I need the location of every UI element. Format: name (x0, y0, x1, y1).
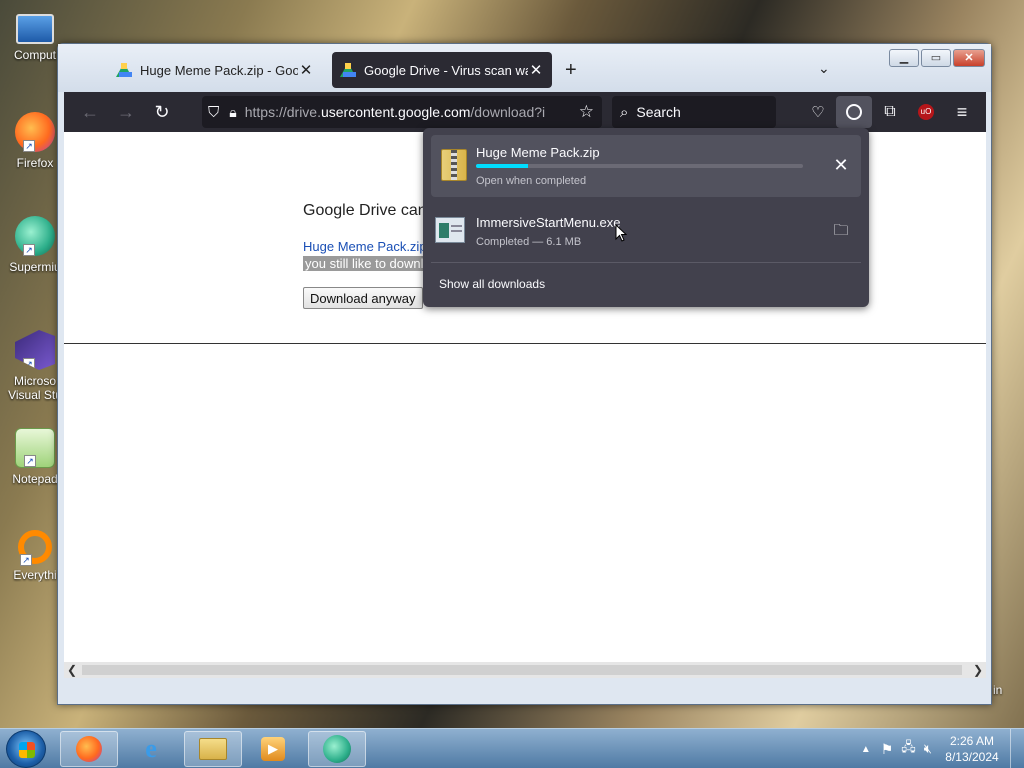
firefox-icon: ↗ (15, 112, 55, 152)
panel-separator (431, 262, 861, 263)
download-file-name: Huge Meme Pack.zip (476, 145, 600, 160)
taskbar-internet-explorer[interactable]: e (122, 731, 180, 767)
reload-button[interactable]: ↻ (144, 96, 180, 128)
bookmark-star-icon[interactable]: ☆ (579, 102, 594, 122)
search-icon: ⌕ (620, 103, 629, 121)
scrollbar-thumb[interactable] (82, 665, 962, 675)
windows-logo-icon (19, 742, 35, 758)
cancel-download-icon[interactable]: ✕ (831, 155, 851, 175)
clock[interactable]: 2:26 AM 8/13/2024 (938, 733, 1006, 765)
downloads-button[interactable] (836, 96, 872, 128)
tab-virus-scan-warning[interactable]: Google Drive - Virus scan warnin ✕ (332, 52, 552, 88)
taskbar-media-player[interactable]: ▶ (244, 731, 302, 767)
shortcut-arrow-icon: ↗ (20, 554, 32, 566)
divider (64, 343, 986, 344)
shortcut-arrow-icon: ↗ (24, 455, 36, 467)
page-heading: Google Drive can (303, 202, 427, 219)
clock-date: 8/13/2024 (945, 750, 999, 764)
ublock-origin-icon[interactable]: uO (908, 96, 944, 128)
download-file-name: ImmersiveStartMenu.exe (476, 215, 621, 230)
show-desktop-button[interactable] (1010, 729, 1024, 768)
folder-icon (199, 738, 227, 760)
system-tray: ▲ ⚑ 🖧 🔇︎ 2:26 AM 8/13/2024 (861, 729, 1024, 768)
tab-huge-meme-pack[interactable]: Huge Meme Pack.zip - Google Dri ✕ (108, 52, 322, 88)
close-window-button[interactable]: ✕ (953, 49, 985, 67)
extensions-icon[interactable]: ⧉ (872, 96, 908, 128)
visual-studio-icon: ↗ (15, 330, 55, 370)
scroll-right-icon[interactable]: ❯ (970, 662, 986, 678)
forward-button[interactable]: → (108, 96, 144, 128)
clock-time: 2:26 AM (949, 734, 995, 748)
search-box[interactable]: ⌕ Search (612, 96, 776, 128)
list-all-tabs-chevron-icon[interactable]: ⌄ (818, 60, 830, 77)
firefox-icon (76, 736, 102, 762)
tab-title: Google Drive - Virus scan warnin (364, 62, 528, 78)
start-button[interactable] (6, 730, 46, 768)
shortcut-arrow-icon: ↗ (23, 358, 35, 370)
lock-icon[interactable]: 🔒︎ (229, 104, 236, 121)
google-drive-icon (116, 63, 132, 77)
shortcut-arrow-icon: ↗ (23, 244, 35, 256)
download-item-huge-meme-pack[interactable]: Huge Meme Pack.zip Open when completed ✕ (431, 135, 861, 197)
shortcut-arrow-icon: ↗ (23, 140, 35, 152)
mouse-cursor-icon (615, 224, 627, 242)
pocket-icon[interactable]: ♡ (800, 96, 836, 128)
supermium-icon: ↗ (15, 216, 55, 256)
back-button[interactable]: ← (72, 96, 108, 128)
download-status: Completed — 6.1 MB (476, 236, 582, 248)
toolbar-right-buttons: ♡ ⧉ uO ≡ (800, 96, 980, 128)
maximize-button[interactable]: ▭ (921, 49, 951, 67)
window-controls: ▁ ▭ ✕ (889, 49, 985, 67)
zip-folder-icon (441, 149, 467, 181)
download-progress-bar (476, 164, 803, 168)
taskbar-file-explorer[interactable] (184, 731, 242, 767)
url-bar[interactable]: ⛉ 🔒︎ https://drive.usercontent.google.co… (202, 96, 602, 128)
open-folder-icon[interactable]: 🗀 (831, 221, 851, 241)
downloads-panel: Huge Meme Pack.zip Open when completed ✕… (423, 128, 869, 307)
close-tab-icon[interactable]: ✕ (298, 61, 314, 79)
supermium-icon (323, 735, 351, 763)
tab-strip: Huge Meme Pack.zip - Google Dri ✕ Google… (58, 44, 991, 92)
tab-title: Huge Meme Pack.zip - Google Dri (140, 62, 298, 78)
action-center-flag-icon[interactable]: ⚑ (881, 741, 894, 758)
notepad-icon: ↗ (15, 428, 55, 468)
show-all-downloads-link[interactable]: Show all downloads (439, 277, 545, 291)
scroll-left-icon[interactable]: ❮ (64, 662, 80, 678)
google-drive-icon (340, 63, 356, 77)
taskbar-firefox[interactable] (60, 731, 118, 767)
everything-icon: ↗ (18, 530, 52, 566)
file-name-link[interactable]: Huge Meme Pack.zip (303, 239, 427, 254)
minimize-button[interactable]: ▁ (889, 49, 919, 67)
download-status: Open when completed (476, 175, 587, 187)
horizontal-scrollbar[interactable]: ❮ ❯ (64, 662, 986, 678)
url-text[interactable]: https://drive.usercontent.google.com/dow… (245, 104, 545, 120)
computer-icon (16, 14, 54, 44)
hamburger-menu-icon[interactable]: ≡ (944, 96, 980, 128)
download-progress-fill (476, 164, 529, 168)
close-tab-icon[interactable]: ✕ (528, 61, 544, 79)
download-anyway-button[interactable]: Download anyway (303, 287, 423, 309)
network-icon[interactable]: 🖧 (901, 738, 916, 760)
show-hidden-icons-icon[interactable]: ▲ (861, 744, 871, 755)
media-player-icon: ▶ (261, 737, 285, 761)
nav-toolbar: ← → ↻ ⛉ 🔒︎ https://drive.usercontent.goo… (64, 92, 986, 132)
taskbar: e ▶ ▲ ⚑ 🖧 🔇︎ 2:26 AM 8/13/2024 (0, 728, 1024, 768)
volume-muted-icon[interactable]: 🔇︎ (924, 741, 932, 757)
exe-icon (435, 217, 465, 243)
new-tab-button[interactable]: + (565, 59, 577, 82)
desktop-partial-label: in (993, 683, 1003, 697)
taskbar-supermium[interactable] (308, 731, 366, 767)
download-item-immersive-start-menu[interactable]: ImmersiveStartMenu.exe Completed — 6.1 M… (431, 199, 861, 261)
shield-icon[interactable]: ⛉ (208, 104, 219, 121)
internet-explorer-icon: e (145, 734, 157, 763)
search-placeholder: Search (636, 104, 681, 120)
selected-text: you still like to downl (303, 256, 426, 271)
download-progress-icon (846, 104, 862, 120)
